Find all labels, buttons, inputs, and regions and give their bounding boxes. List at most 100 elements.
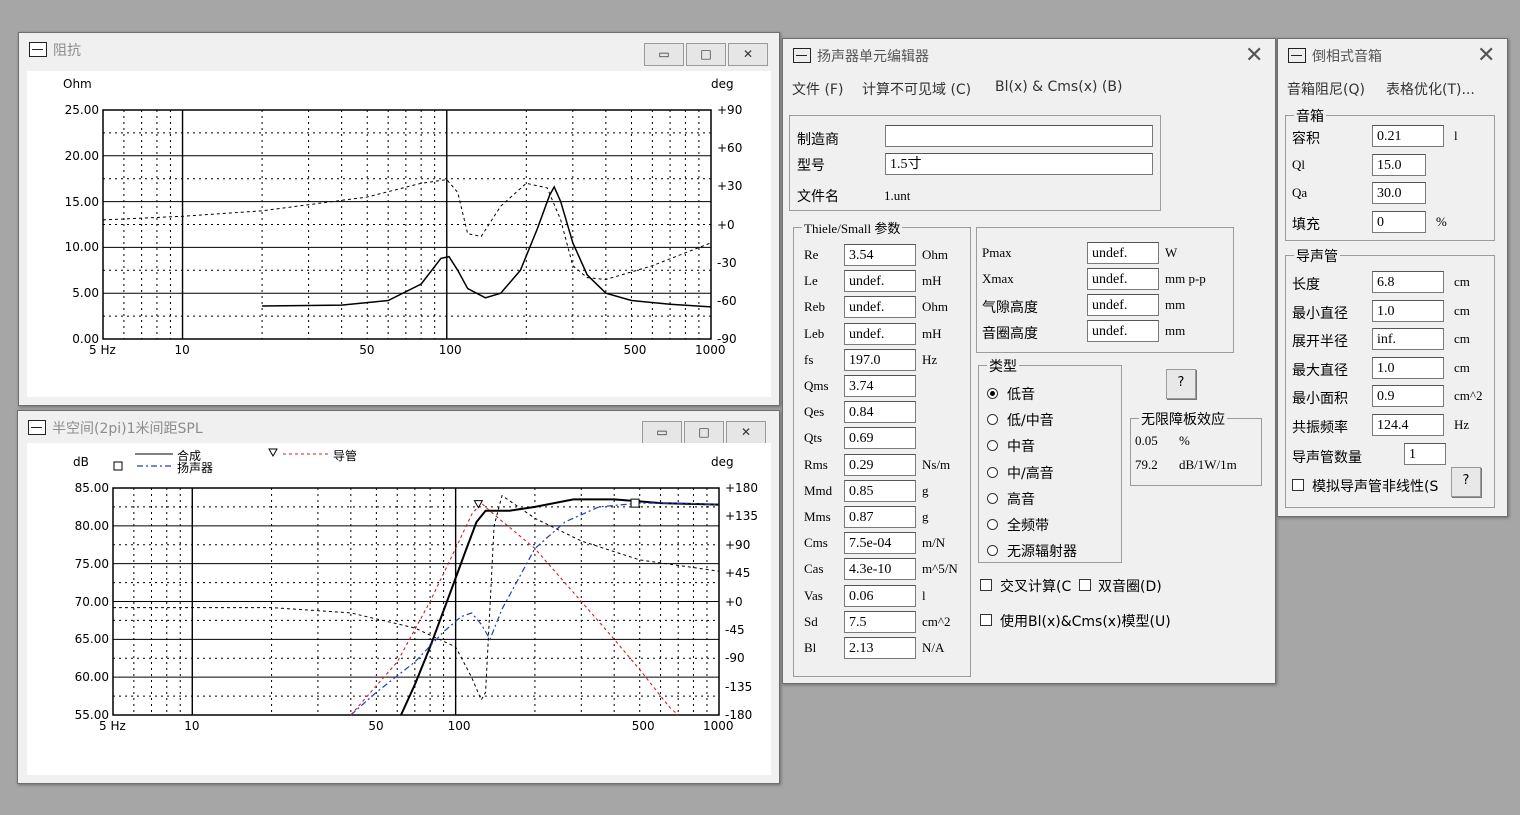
ts-param-unit: mH: [922, 325, 942, 341]
ts-param-name: Rms: [804, 456, 828, 472]
cross-calc-checkbox[interactable]: [980, 579, 992, 591]
maximize-button[interactable]: □: [686, 43, 726, 66]
ts-param-input[interactable]: 0.85: [844, 479, 916, 502]
spl-window: 半空间(2pi)1米间距SPL ▭ □ ✕ dB deg 合成 扬声器 导管 8…: [17, 410, 780, 784]
menu-box-damping[interactable]: 音箱阻尼(Q): [1287, 79, 1365, 99]
help-button[interactable]: ?: [1166, 369, 1196, 399]
close-button[interactable]: ✕: [728, 43, 768, 66]
box-field-input[interactable]: 15.0: [1372, 153, 1426, 176]
limit-input[interactable]: undef.: [1087, 294, 1159, 316]
ts-param-input[interactable]: 0.29: [844, 453, 916, 476]
port-field-input[interactable]: 6.8: [1372, 271, 1444, 293]
ts-param-input[interactable]: 0.06: [844, 584, 916, 607]
ts-params-group: Thiele/Small 参数: [793, 218, 971, 677]
ts-param-input[interactable]: 0.87: [844, 506, 916, 528]
limit-name: Pmax: [982, 245, 1012, 260]
type-radio-label: 低/中音: [1007, 413, 1054, 430]
ts-param-name: Qms: [804, 378, 829, 393]
type-radio[interactable]: [987, 388, 998, 399]
editor-title: 扬声器单元编辑器: [817, 49, 929, 65]
ts-param-input[interactable]: 0.84: [844, 401, 916, 424]
nonlinear-checkbox[interactable]: [1292, 479, 1304, 491]
limit-unit: W: [1165, 245, 1178, 260]
menu-bl-cms[interactable]: Bl(x) & Cms(x) (B): [995, 79, 1122, 95]
ts-param-input[interactable]: 197.0: [844, 348, 916, 371]
ts-param-input[interactable]: undef.: [844, 296, 916, 319]
minimize-button[interactable]: ▭: [644, 43, 684, 66]
ts-param-input[interactable]: 7.5e-04: [844, 532, 916, 555]
blcms-model-label: 使用Bl(x)&Cms(x)模型(U): [1000, 614, 1171, 630]
menu-file[interactable]: 文件 (F): [792, 79, 843, 99]
minimize-button[interactable]: ▭: [642, 421, 682, 444]
ts-param-input[interactable]: 3.74: [844, 375, 916, 397]
menu-table-opt[interactable]: 表格优化(T)...: [1386, 79, 1475, 99]
ts-param-unit: N/A: [922, 640, 945, 655]
model-input[interactable]: 1.5寸: [885, 153, 1153, 175]
type-radio[interactable]: [987, 519, 998, 530]
port-field-unit: cm: [1454, 274, 1470, 289]
ts-param-input[interactable]: 3.54: [844, 244, 916, 266]
dual-coil-checkbox[interactable]: [1079, 579, 1091, 591]
ts-param-input[interactable]: undef.: [844, 270, 916, 293]
baffle-spl: 79.2: [1135, 457, 1158, 472]
baffle-group-label: 无限障板效应: [1139, 409, 1227, 429]
menu-calc-invisible[interactable]: 计算不可见域 (C): [862, 79, 971, 99]
dual-coil-label: 双音圈(D): [1098, 579, 1162, 595]
ts-param-input[interactable]: undef.: [844, 322, 916, 345]
maker-input[interactable]: [885, 125, 1153, 147]
port-field-input[interactable]: 0.9: [1372, 385, 1444, 408]
box-field-name: Ql: [1292, 156, 1305, 172]
spl-title: 半空间(2pi)1米间距SPL: [52, 421, 203, 437]
editor-titlebar[interactable]: 扬声器单元编辑器 ✕: [783, 39, 1275, 69]
impedance-window: 阻抗 ▭ □ ✕ Ohm deg 25.00 20.00 15.00 10.00 5.0…: [18, 32, 780, 406]
close-icon[interactable]: ✕: [1477, 45, 1495, 67]
port-field-input[interactable]: inf.: [1372, 328, 1444, 351]
port-marker: [473, 500, 484, 509]
ts-param-name: Bl: [804, 640, 817, 655]
ts-param-input[interactable]: 2.13: [844, 637, 916, 659]
ts-param-unit: m^5/N: [922, 561, 958, 577]
ts-param-name: Qts: [804, 430, 823, 446]
impedance-phase-line: [102, 179, 712, 281]
type-radio-label: 中音: [1007, 439, 1035, 456]
box-field-input[interactable]: 0.21: [1372, 125, 1444, 147]
limit-input[interactable]: undef.: [1087, 268, 1159, 290]
blcms-model-checkbox[interactable]: [980, 614, 992, 626]
type-radio[interactable]: [987, 492, 998, 504]
port-count-input[interactable]: 1: [1404, 443, 1446, 465]
port-field-name: 展开半径: [1292, 334, 1348, 351]
spl-titlebar[interactable]: 半空间(2pi)1米间距SPL ▭ □ ✕: [18, 411, 779, 444]
impedance-titlebar[interactable]: 阻抗 ▭ □ ✕: [19, 33, 779, 66]
port-field-unit: cm^2: [1454, 388, 1483, 404]
baffle-spl-unit: dB/1W/1m: [1179, 457, 1237, 472]
close-button[interactable]: ✕: [726, 421, 766, 444]
port-field-name: 最小面积: [1292, 391, 1348, 408]
port-field-input[interactable]: 1.0: [1372, 356, 1444, 379]
box-field-input[interactable]: 0: [1372, 210, 1426, 233]
ts-param-unit: Hz: [922, 351, 938, 367]
impedance-plot-area: Ohm deg 25.00 20.00 15.00 10.00 5.00 0.00 +90…: [27, 71, 771, 397]
box-field-input[interactable]: 30.0: [1372, 182, 1426, 204]
chart-icon: [28, 420, 46, 435]
ts-param-name: Cas: [804, 561, 824, 577]
type-radio[interactable]: [987, 466, 998, 478]
ts-param-name: Re: [804, 247, 819, 262]
port-help-button[interactable]: ?: [1451, 467, 1481, 497]
window-icon: [1288, 48, 1306, 63]
port-field-input[interactable]: 1.0: [1372, 299, 1444, 322]
box-titlebar[interactable]: 倒相式音箱 ✕: [1278, 39, 1507, 69]
maximize-button[interactable]: □: [684, 421, 724, 444]
limit-input[interactable]: undef.: [1087, 242, 1159, 264]
ts-param-unit: Ohm: [922, 299, 948, 315]
ts-param-input[interactable]: 7.5: [844, 610, 916, 633]
legend-port-marker: [268, 448, 278, 458]
baffle-efficiency-unit: %: [1179, 433, 1190, 448]
port-field-input[interactable]: 124.4: [1372, 414, 1444, 436]
close-icon[interactable]: ✕: [1245, 45, 1263, 67]
driver-editor-window: 扬声器单元编辑器 ✕ 文件 (F) 计算不可见域 (C) Bl(x) & Cms…: [782, 38, 1276, 684]
driver-marker: [630, 498, 640, 508]
ts-param-input[interactable]: 0.69: [844, 427, 916, 450]
box-field-name: 填充: [1292, 216, 1320, 233]
limit-input[interactable]: undef.: [1087, 320, 1159, 342]
ts-param-input[interactable]: 4.3e-10: [844, 558, 916, 581]
